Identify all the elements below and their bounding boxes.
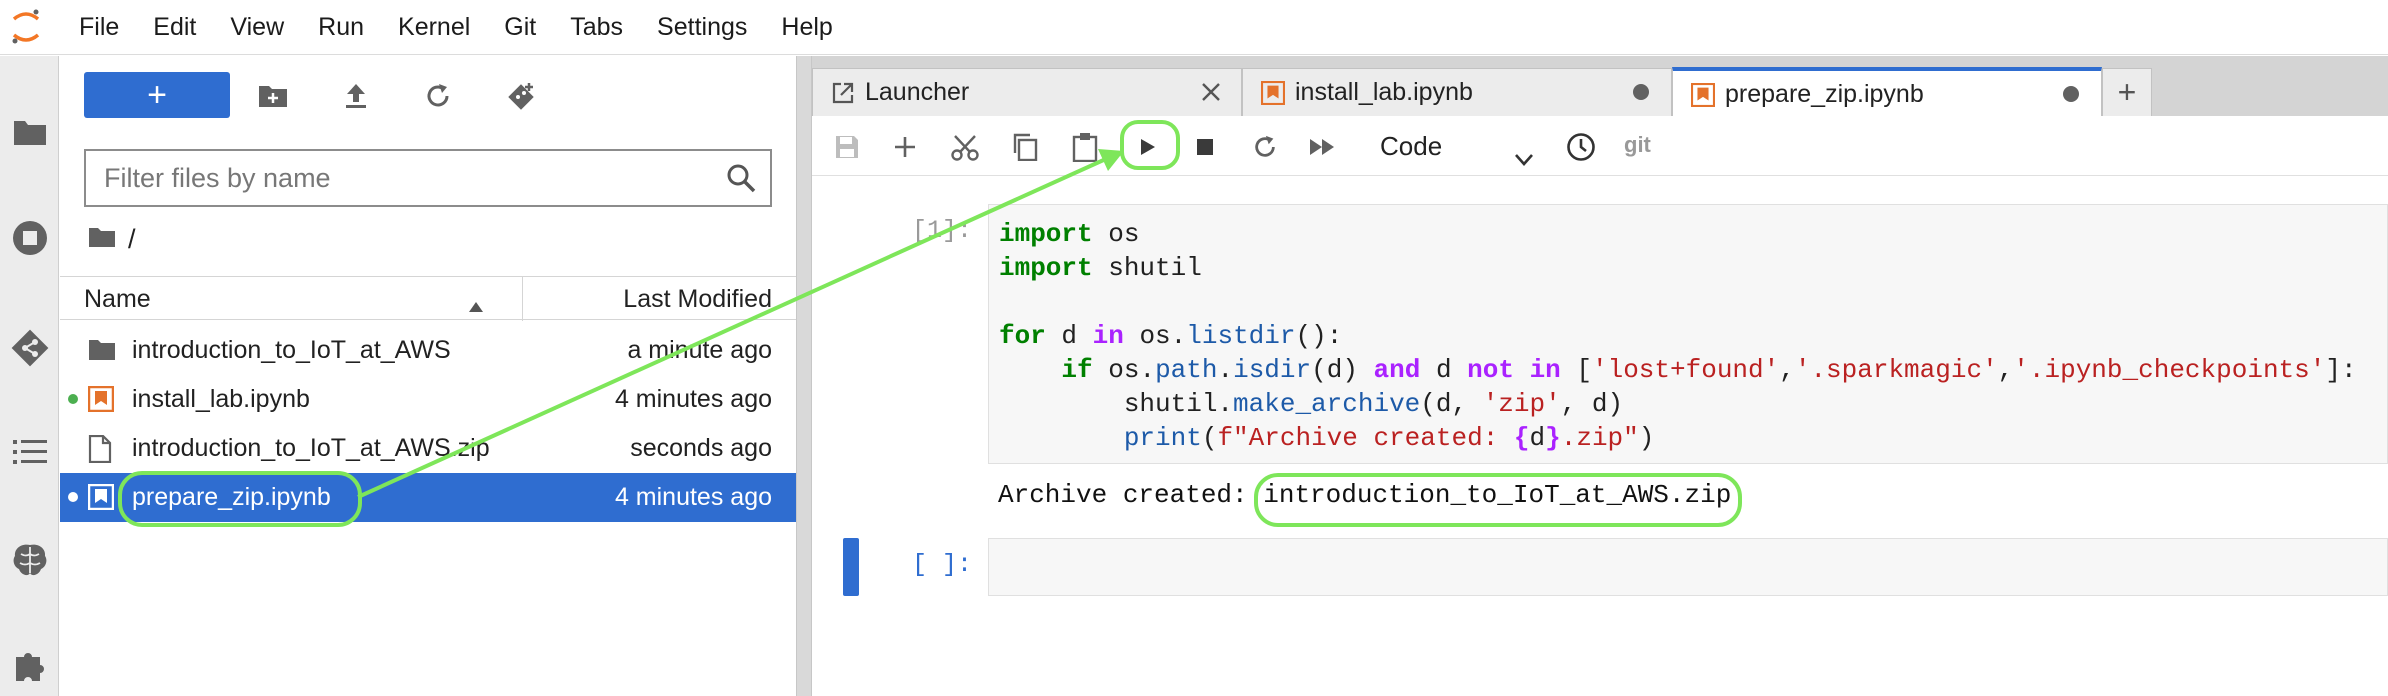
menu-kernel[interactable]: Kernel	[381, 0, 487, 55]
menu-git[interactable]: Git	[487, 0, 553, 55]
menu-help[interactable]: Help	[764, 0, 849, 55]
cell-prompt: [1]:	[911, 216, 972, 245]
tab-launcher[interactable]: Launcher	[812, 68, 1242, 116]
unsaved-dot-icon[interactable]	[1629, 80, 1653, 104]
column-last-modified-header[interactable]: Last Modified	[623, 277, 772, 321]
folder-icon[interactable]	[0, 102, 59, 162]
clock-icon[interactable]	[1564, 130, 1598, 164]
file-icon	[88, 434, 116, 464]
file-modified: a minute ago	[627, 336, 772, 364]
code-line: import shutil	[999, 253, 1202, 283]
menu-settings[interactable]: Settings	[640, 0, 764, 55]
breadcrumb-folder-icon[interactable]	[88, 224, 116, 255]
tab-label: prepare_zip.ipynb	[1725, 80, 1924, 108]
tab-label: install_lab.ipynb	[1295, 78, 1473, 106]
jupyter-logo-icon	[0, 0, 52, 55]
save-icon[interactable]	[830, 130, 864, 164]
cut-icon[interactable]	[948, 130, 982, 164]
column-divider[interactable]	[522, 277, 523, 321]
code-line: import os	[999, 219, 1140, 249]
code-line: shutil.make_archive(d, 'zip', d)	[999, 389, 1624, 419]
menu-run[interactable]: Run	[301, 0, 381, 55]
tab-bar: Launcher install_lab.ipynb prepare_zip.i…	[812, 56, 2388, 116]
file-row[interactable]: install_lab.ipynb 4 minutes ago	[60, 375, 796, 424]
tab-prepare-zip[interactable]: prepare_zip.ipynb	[1672, 67, 2102, 116]
new-folder-icon[interactable]	[253, 76, 293, 116]
running-indicator-icon	[68, 394, 78, 404]
file-name: prepare_zip.ipynb	[132, 483, 331, 511]
launcher-icon	[831, 81, 855, 105]
git-diff-label[interactable]: git	[1624, 130, 1651, 160]
code-cell-editor[interactable]: import os import shutil for d in os.list…	[988, 204, 2388, 464]
code-line: if os.path.isdir(d) and d not in ['lost+…	[1061, 355, 2357, 385]
file-row[interactable]: introduction_to_IoT_at_AWS.zip seconds a…	[60, 424, 796, 473]
tab-label: Launcher	[865, 78, 970, 106]
folder-icon	[88, 337, 116, 365]
menu-edit[interactable]: Edit	[136, 0, 213, 55]
file-name: introduction_to_IoT_at_AWS.zip	[132, 434, 490, 462]
menu-tabs[interactable]: Tabs	[553, 0, 640, 55]
menu-bar: File Edit View Run Kernel Git Tabs Setti…	[0, 0, 2388, 55]
code-line: for d in os.listdir():	[999, 321, 1343, 351]
notebook-icon	[1690, 82, 1716, 108]
upload-icon[interactable]	[336, 76, 376, 116]
notebook-icon	[1260, 80, 1286, 106]
menu-view[interactable]: View	[213, 0, 301, 55]
activity-bar	[0, 56, 59, 696]
running-indicator-icon	[68, 492, 78, 502]
git-icon[interactable]	[0, 318, 59, 378]
new-launcher-button[interactable]: +	[84, 72, 230, 118]
running-kernels-icon[interactable]	[0, 208, 59, 268]
column-name-header[interactable]: Name	[84, 277, 151, 321]
file-row[interactable]: introduction_to_IoT_at_AWS a minute ago	[60, 326, 796, 375]
add-cell-icon[interactable]	[888, 130, 922, 164]
unsaved-dot-icon[interactable]	[2059, 82, 2083, 106]
cell-output: Archive created: introduction_to_IoT_at_…	[998, 480, 1732, 510]
tab-install-lab[interactable]: install_lab.ipynb	[1242, 68, 1672, 116]
add-tab-button[interactable]: +	[2102, 68, 2152, 116]
breadcrumb: /	[88, 222, 136, 256]
interrupt-kernel-icon[interactable]	[1188, 130, 1222, 164]
paste-icon[interactable]	[1068, 130, 1102, 164]
copy-icon[interactable]	[1008, 130, 1042, 164]
sort-ascending-icon	[468, 291, 484, 320]
search-icon	[726, 163, 758, 195]
run-cell-icon[interactable]	[1130, 130, 1164, 164]
notebook-icon	[87, 385, 116, 414]
cell-prompt: [ ]:	[911, 550, 972, 579]
menu-file[interactable]: File	[52, 0, 136, 55]
file-list-header: Name Last Modified	[60, 276, 796, 321]
filter-box	[84, 149, 772, 207]
chevron-down-icon	[1514, 138, 1534, 178]
file-browser-panel: + / Name Last Modified	[60, 56, 796, 696]
code-line: print(f"Archive created: {d}.zip")	[1123, 423, 1655, 453]
cell-type-select[interactable]: Code	[1372, 126, 1542, 166]
cell-type-value: Code	[1380, 131, 1443, 161]
file-row-selected[interactable]: prepare_zip.ipynb 4 minutes ago	[60, 473, 796, 522]
file-modified: 4 minutes ago	[614, 483, 772, 511]
table-of-contents-icon[interactable]	[0, 422, 59, 482]
restart-run-all-icon[interactable]	[1306, 130, 1340, 164]
git-clone-icon[interactable]	[502, 76, 542, 116]
notebook-icon	[87, 483, 116, 512]
file-modified: seconds ago	[630, 434, 772, 462]
file-modified: 4 minutes ago	[614, 385, 772, 413]
file-name: introduction_to_IoT_at_AWS	[132, 336, 451, 364]
extensions-puzzle-icon[interactable]	[0, 636, 59, 696]
file-name: install_lab.ipynb	[132, 385, 310, 413]
close-icon[interactable]	[1199, 80, 1223, 104]
brain-icon[interactable]	[0, 530, 59, 590]
restart-kernel-icon[interactable]	[1248, 130, 1282, 164]
refresh-icon[interactable]	[418, 76, 458, 116]
breadcrumb-root[interactable]: /	[128, 224, 136, 255]
panel-splitter[interactable]	[796, 56, 812, 696]
file-browser-toolbar: +	[60, 56, 796, 136]
filter-files-input[interactable]	[86, 151, 706, 205]
notebook-toolbar: Code git	[812, 116, 2388, 176]
empty-code-cell-editor[interactable]	[988, 538, 2388, 596]
